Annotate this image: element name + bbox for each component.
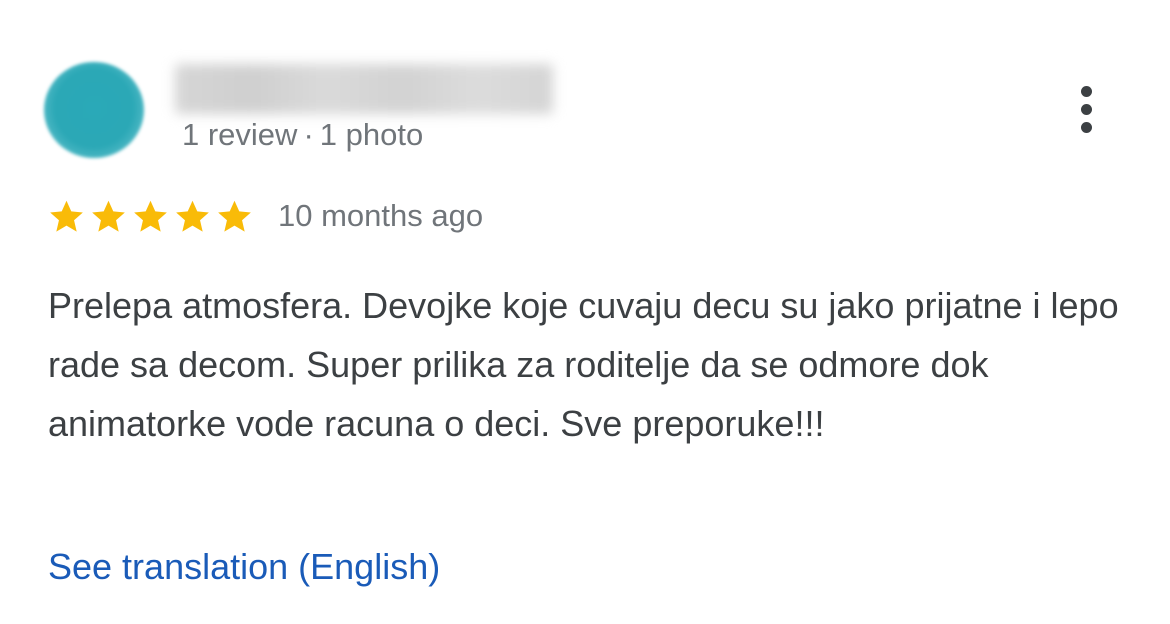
star-icon xyxy=(90,198,127,235)
star-rating xyxy=(48,198,258,235)
review-time: 10 months ago xyxy=(278,198,484,233)
meta-separator: · xyxy=(303,117,314,152)
star-icon xyxy=(132,198,169,235)
review-count: 1 review xyxy=(182,117,298,152)
photo-count: 1 photo xyxy=(319,117,424,152)
rating-row: 10 months ago xyxy=(48,193,483,239)
review-card: 1 review · 1 photo 10 months ago Prelepa a… xyxy=(0,0,1170,624)
star-icon xyxy=(174,198,211,235)
star-icon xyxy=(216,198,253,235)
more-vertical-icon[interactable] xyxy=(1070,82,1102,138)
reviewer-meta: 1 review · 1 photo xyxy=(182,115,423,155)
see-translation-link[interactable]: See translation (English) xyxy=(48,541,440,593)
reviewer-name-blurred[interactable] xyxy=(175,64,553,114)
avatar[interactable] xyxy=(44,62,144,158)
star-icon xyxy=(48,198,85,235)
review-text: Prelepa atmosfera. Devojke koje cuvaju d… xyxy=(48,285,1119,444)
